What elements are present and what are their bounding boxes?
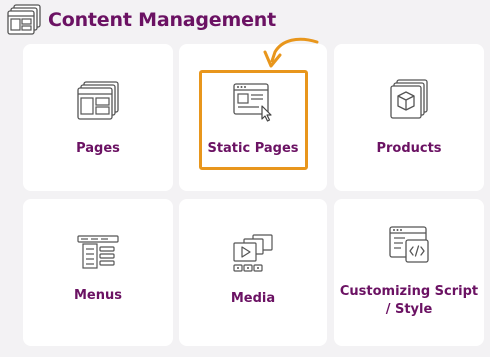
media-card[interactable]: Media [179, 199, 327, 346]
media-label: Media [230, 291, 276, 306]
static-pages-highlight [199, 70, 308, 170]
products-card[interactable]: Products [334, 44, 484, 191]
menus-label: Menus [73, 288, 122, 303]
page-header: Content Management [6, 4, 276, 36]
page-title: Content Management [48, 9, 276, 31]
pages-card[interactable]: Pages [23, 44, 173, 191]
menus-card[interactable]: Menus [23, 199, 173, 346]
content-management-icon [7, 4, 41, 35]
pages-icon [77, 81, 119, 120]
products-label: Products [376, 141, 442, 156]
pointer-arrow-icon [263, 37, 319, 68]
menus-icon [77, 235, 119, 269]
products-icon [390, 79, 428, 119]
code-icon [389, 226, 429, 263]
media-icon [233, 234, 273, 272]
pages-label: Pages [76, 141, 120, 156]
customizing-script-style-card[interactable]: Customizing Script / Style [334, 199, 484, 346]
customizing-script-style-label: Customizing Script / Style [339, 284, 479, 317]
